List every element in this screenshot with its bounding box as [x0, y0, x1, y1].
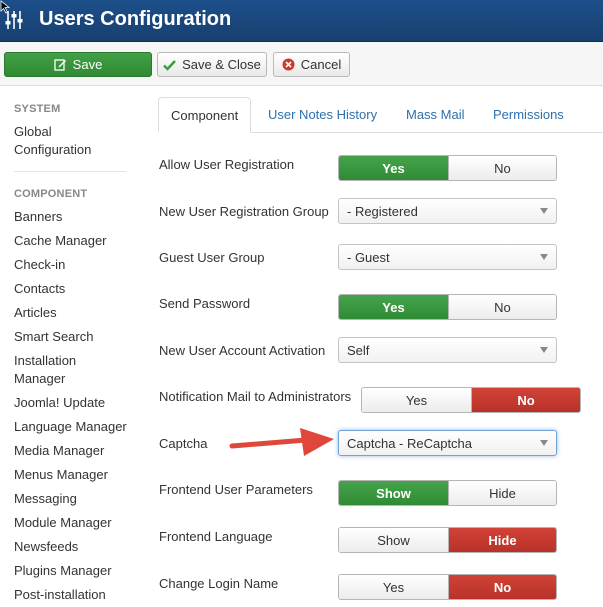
allow-registration-toggle: Yes No [338, 155, 557, 181]
sidebar-item-module-manager[interactable]: Module Manager [14, 514, 134, 532]
change-login-no[interactable]: No [447, 575, 556, 599]
sidebar-item-contacts[interactable]: Contacts [14, 280, 134, 298]
new-user-group-label: New User Registration Group [159, 204, 329, 219]
notify-admins-no[interactable]: No [471, 388, 580, 412]
change-login-toggle: Yes No [338, 574, 557, 600]
guest-group-label: Guest User Group [159, 250, 265, 265]
checkmark-icon [163, 59, 176, 71]
sidebar-item-joomla-update[interactable]: Joomla! Update [14, 394, 134, 412]
sidebar-divider [14, 171, 126, 172]
allow-registration-no[interactable]: No [447, 156, 556, 180]
annotation-arrow-icon [229, 428, 334, 456]
sidebar-item-installation-manager[interactable]: Installation Manager [14, 352, 94, 388]
cancel-label: Cancel [300, 57, 342, 72]
frontend-params-label: Frontend User Parameters [159, 482, 313, 497]
captcha-select[interactable]: Captcha - ReCaptcha [338, 430, 557, 456]
sidebar-item-language-manager[interactable]: Language Manager [14, 418, 134, 436]
frontend-params-toggle: Show Hide [338, 480, 557, 506]
frontend-language-show[interactable]: Show [339, 528, 448, 552]
change-login-label: Change Login Name [159, 576, 279, 591]
send-password-label: Send Password [159, 296, 251, 311]
tab-mass-mail[interactable]: Mass Mail [406, 97, 465, 133]
sidebar-heading-component: COMPONENT [14, 188, 88, 200]
page-title: Users Configuration [39, 8, 232, 30]
tab-component[interactable]: Component [158, 97, 252, 133]
tab-user-notes-history[interactable]: User Notes History [268, 97, 377, 133]
tab-permissions[interactable]: Permissions [493, 97, 564, 133]
guest-group-value: - Guest [347, 249, 390, 265]
guest-group-select[interactable]: - Guest [338, 244, 557, 270]
sidebar-item-articles[interactable]: Articles [14, 304, 134, 322]
change-login-yes[interactable]: Yes [339, 575, 448, 599]
sidebar-item-menus-manager[interactable]: Menus Manager [14, 466, 134, 484]
send-password-no[interactable]: No [447, 295, 556, 319]
allow-registration-label: Allow User Registration [159, 157, 295, 172]
mouse-cursor-icon [0, 0, 11, 14]
chevron-down-icon [540, 254, 548, 260]
sidebar-item-global-configuration[interactable]: Global Configuration [14, 123, 104, 159]
frontend-language-hide[interactable]: Hide [447, 528, 556, 552]
notify-admins-toggle: Yes No [361, 387, 581, 413]
sidebar-item-cache-manager[interactable]: Cache Manager [14, 232, 134, 250]
activation-label: New User Account Activation [159, 343, 326, 358]
captcha-label: Captcha [159, 436, 208, 451]
frontend-language-toggle: Show Hide [338, 527, 557, 553]
notify-admins-label: Notification Mail to Administrators [159, 389, 352, 404]
activation-select[interactable]: Self [338, 337, 557, 363]
notify-admins-yes[interactable]: Yes [362, 388, 471, 412]
save-close-button[interactable]: Save & Close [157, 52, 267, 77]
header-bar: Users Configuration [0, 0, 603, 42]
send-password-toggle: Yes No [338, 294, 557, 320]
sidebar-heading-system: SYSTEM [14, 103, 61, 115]
allow-registration-yes[interactable]: Yes [339, 156, 448, 180]
cancel-button[interactable]: Cancel [273, 52, 350, 77]
cancel-circle-icon [282, 58, 295, 71]
sidebar-item-check-in[interactable]: Check-in [14, 256, 134, 274]
save-button[interactable]: Save [4, 52, 152, 77]
sidebar-item-smart-search[interactable]: Smart Search [14, 328, 134, 346]
toolbar: Save Save & Close Cancel [0, 42, 603, 86]
sidebar-item-newsfeeds[interactable]: Newsfeeds [14, 538, 134, 556]
sidebar-item-messaging[interactable]: Messaging [14, 490, 134, 508]
chevron-down-icon [540, 347, 548, 353]
sidebar-item-post-installation[interactable]: Post-installation [14, 586, 134, 604]
captcha-value: Captcha - ReCaptcha [347, 435, 473, 451]
save-close-label: Save & Close [182, 57, 261, 72]
send-password-yes[interactable]: Yes [339, 295, 448, 319]
sidebar-item-media-manager[interactable]: Media Manager [14, 442, 134, 460]
chevron-down-icon [540, 208, 548, 214]
new-user-group-select[interactable]: - Registered [338, 198, 557, 224]
chevron-down-icon [540, 440, 548, 446]
new-user-group-value: - Registered [347, 203, 418, 219]
frontend-params-hide[interactable]: Hide [447, 481, 556, 505]
sidebar-item-plugins-manager[interactable]: Plugins Manager [14, 562, 134, 580]
sidebar: SYSTEM Global Configuration COMPONENT Ba… [0, 86, 140, 607]
save-label: Save [72, 57, 103, 72]
tab-bar: Component User Notes History Mass Mail P… [158, 97, 603, 133]
sidebar-item-banners[interactable]: Banners [14, 208, 134, 226]
activation-value: Self [347, 342, 370, 358]
frontend-params-show[interactable]: Show [339, 481, 448, 505]
frontend-language-label: Frontend Language [159, 529, 273, 544]
edit-icon [54, 59, 66, 71]
